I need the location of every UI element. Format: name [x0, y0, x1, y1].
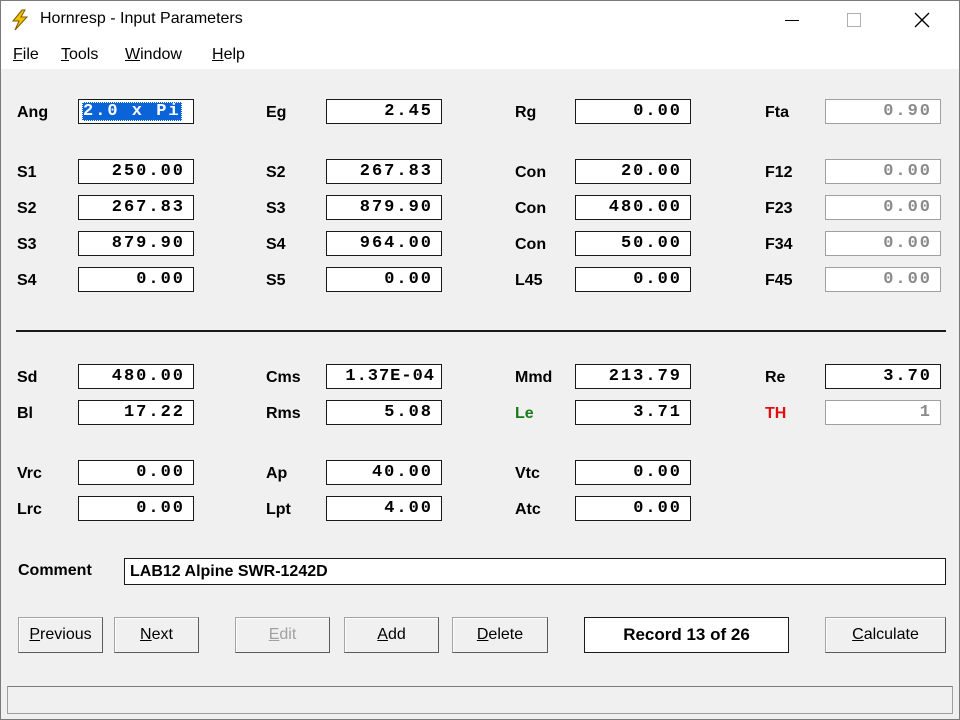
mmd-field[interactable]: 213.79 [575, 364, 691, 389]
s3-seg3-field[interactable]: 879.90 [78, 231, 194, 256]
section-divider [16, 330, 946, 332]
vtc-field[interactable]: 0.00 [575, 460, 691, 485]
s1-label: S1 [17, 164, 37, 181]
con1-label: Con [515, 164, 547, 181]
eg-field[interactable]: 2.45 [326, 99, 442, 124]
vrc-field[interactable]: 0.00 [78, 460, 194, 485]
atc-label: Atc [515, 501, 541, 518]
minimize-button[interactable] [769, 1, 815, 39]
record-indicator: Record 13 of 26 [584, 617, 789, 653]
sd-label: Sd [17, 369, 38, 386]
l45-label: L45 [515, 272, 543, 289]
add-button[interactable]: Add [344, 617, 439, 653]
s5-label: S5 [266, 272, 286, 289]
rms-label: Rms [266, 405, 301, 422]
s3-label: S3 [266, 200, 286, 217]
re-label: Re [765, 369, 786, 386]
maximize-button[interactable] [831, 1, 877, 39]
menu-help[interactable]: Help [212, 46, 245, 64]
f45-label: F45 [765, 272, 793, 289]
maximize-icon [847, 13, 861, 27]
menu-window[interactable]: Window [125, 46, 182, 64]
lightning-bolt-icon [9, 9, 31, 31]
f34-field[interactable]: 0.00 [825, 231, 941, 256]
cms-label: Cms [266, 369, 301, 386]
th-label: TH [765, 405, 787, 422]
con1-field[interactable]: 20.00 [575, 159, 691, 184]
atc-field[interactable]: 0.00 [575, 496, 691, 521]
s4-label: S4 [266, 236, 286, 253]
ang-field[interactable]: 2.0 x Pi [78, 99, 194, 124]
s4-field[interactable]: 964.00 [326, 231, 442, 256]
s2-seg2-label: S2 [17, 200, 37, 217]
fta-label: Fta [765, 104, 789, 121]
s5-field[interactable]: 0.00 [326, 267, 442, 292]
f34-label: F34 [765, 236, 793, 253]
mmd-label: Mmd [515, 369, 553, 386]
vrc-label: Vrc [17, 465, 42, 482]
ap-label: Ap [266, 465, 288, 482]
eg-label: Eg [266, 104, 287, 121]
s1-field[interactable]: 250.00 [78, 159, 194, 184]
menu-tools[interactable]: Tools [61, 46, 98, 64]
lpt-field[interactable]: 4.00 [326, 496, 442, 521]
calculate-button[interactable]: Calculate [825, 617, 946, 653]
lrc-field[interactable]: 0.00 [78, 496, 194, 521]
con2-field[interactable]: 480.00 [575, 195, 691, 220]
f12-label: F12 [765, 164, 793, 181]
f23-label: F23 [765, 200, 793, 217]
vtc-label: Vtc [515, 465, 540, 482]
s3-field[interactable]: 879.90 [326, 195, 442, 220]
bl-field[interactable]: 17.22 [78, 400, 194, 425]
l45-field[interactable]: 0.00 [575, 267, 691, 292]
ap-field[interactable]: 40.00 [326, 460, 442, 485]
s3-seg3-label: S3 [17, 236, 37, 253]
rg-field[interactable]: 0.00 [575, 99, 691, 124]
menu-bar: File Tools Window Help [1, 39, 959, 69]
con2-label: Con [515, 200, 547, 217]
delete-button[interactable]: Delete [452, 617, 548, 653]
f45-field[interactable]: 0.00 [825, 267, 941, 292]
menu-file[interactable]: File [13, 46, 39, 64]
lpt-label: Lpt [266, 501, 291, 518]
close-button[interactable] [899, 1, 945, 39]
comment-field[interactable]: LAB12 Alpine SWR-1242D [124, 558, 946, 585]
fta-field[interactable]: 0.90 [825, 99, 941, 124]
re-field[interactable]: 3.70 [825, 364, 941, 389]
f23-field[interactable]: 0.00 [825, 195, 941, 220]
ang-label: Ang [17, 104, 49, 121]
s2-field[interactable]: 267.83 [326, 159, 442, 184]
con3-label: Con [515, 236, 547, 253]
minimize-icon [785, 20, 799, 21]
hornresp-window: Hornresp - Input Parameters File Tools W… [0, 0, 960, 720]
sd-field[interactable]: 480.00 [78, 364, 194, 389]
s4-seg4-label: S4 [17, 272, 37, 289]
le-field[interactable]: 3.71 [575, 400, 691, 425]
lrc-label: Lrc [17, 501, 42, 518]
close-icon [914, 12, 930, 28]
bl-label: Bl [17, 405, 33, 422]
s4-seg4-field[interactable]: 0.00 [78, 267, 194, 292]
comment-label: Comment [18, 562, 92, 579]
window-title: Hornresp - Input Parameters [40, 10, 243, 27]
status-bar [7, 686, 953, 714]
le-label: Le [515, 405, 534, 422]
s2-label: S2 [266, 164, 286, 181]
con3-field[interactable]: 50.00 [575, 231, 691, 256]
edit-button[interactable]: Edit [235, 617, 330, 653]
rms-field[interactable]: 5.08 [326, 400, 442, 425]
rg-label: Rg [515, 104, 537, 121]
previous-button[interactable]: Previous [18, 617, 103, 653]
title-bar: Hornresp - Input Parameters [1, 1, 959, 39]
th-field[interactable]: 1 [825, 400, 941, 425]
cms-field[interactable]: 1.37E-04 [326, 364, 442, 389]
f12-field[interactable]: 0.00 [825, 159, 941, 184]
s2-seg2-field[interactable]: 267.83 [78, 195, 194, 220]
next-button[interactable]: Next [114, 617, 199, 653]
ang-value: 2.0 x Pi [82, 102, 182, 121]
